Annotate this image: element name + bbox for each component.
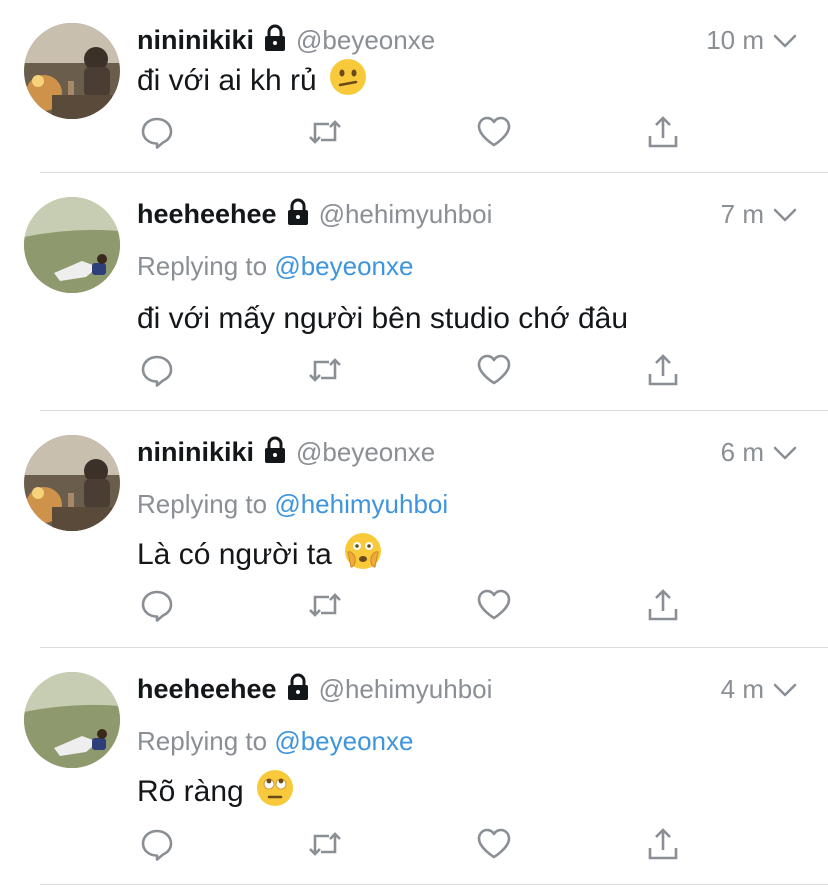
retweet-icon [306,353,344,392]
mention-link[interactable]: @hehimyuhboi [274,489,448,519]
share-icon [646,826,680,867]
time-label: 4 m [720,673,764,704]
tweet-actions [137,587,697,627]
tweet-text-content: Là có người ta [137,538,332,571]
heart-icon [476,827,512,866]
face-with-rolling-eyes-emoji [256,769,294,815]
share-button[interactable] [643,114,683,154]
lock-icon [262,23,288,58]
retweet-icon [306,827,344,866]
tweet-text-content: đi với mấy người bên studio chớ đâu [137,302,629,335]
chevron-down-icon[interactable] [772,25,798,56]
lock-icon [285,672,311,707]
tweet-actions [137,352,697,392]
avatar[interactable] [24,23,120,119]
tweet-actions [137,114,697,154]
avatar[interactable] [24,435,120,531]
reply-icon [139,352,175,393]
share-icon [646,352,680,393]
share-button[interactable] [643,352,683,392]
divider [40,884,828,885]
avatar[interactable] [24,197,120,293]
reply-button[interactable] [137,826,177,866]
display-name[interactable]: nininikiki [137,437,254,468]
share-icon [646,587,680,628]
display-name[interactable]: heeheehee [137,674,277,705]
retweet-button[interactable] [305,114,345,154]
chevron-down-icon[interactable] [772,199,798,230]
like-button[interactable] [474,587,514,627]
tweet-text-content: Rõ ràng [137,775,244,808]
user-handle[interactable]: @hehimyuhboi [319,674,493,705]
timestamp: 10 m [706,25,798,56]
like-button[interactable] [474,352,514,392]
reply-icon [139,587,175,628]
user-handle[interactable]: @beyeonxe [296,25,435,56]
chevron-down-icon[interactable] [772,674,798,705]
timestamp: 6 m [721,437,798,468]
reply-button[interactable] [137,587,177,627]
tweet-text: đi với ai kh rủ [137,58,367,104]
reply-button[interactable] [137,352,177,392]
replying-prefix: Replying to [137,726,275,756]
avatar[interactable] [24,672,120,768]
time-label: 6 m [720,436,764,467]
tweet-text: Rõ ràng [137,769,294,815]
timestamp: 4 m [721,674,798,705]
tweet-header: heeheehee @hehimyuhboi 4 m [137,672,798,706]
user-handle[interactable]: @beyeonxe [296,437,435,468]
tweet[interactable]: nininikiki @beyeonxe 6 m Replying to @he… [0,411,828,647]
replying-prefix: Replying to [137,251,275,281]
tweet[interactable]: heeheehee @hehimyuhboi 4 m Replying to @… [0,648,828,887]
retweet-icon [306,588,344,627]
tweet[interactable]: nininikiki @beyeonxe 10 m đi với ai kh r… [0,0,828,172]
retweet-button[interactable] [305,826,345,866]
retweet-button[interactable] [305,352,345,392]
retweet-button[interactable] [305,587,345,627]
confused-face-emoji [329,58,367,104]
tweet-header: nininikiki @beyeonxe 10 m [137,23,798,57]
replying-to: Replying to @beyeonxe [137,251,413,282]
lock-icon [285,197,311,232]
display-name[interactable]: heeheehee [137,199,277,230]
replying-to: Replying to @hehimyuhboi [137,489,448,520]
heart-icon [476,115,512,154]
replying-prefix: Replying to [137,489,275,519]
tweet-text: Là có người ta [137,532,382,578]
chevron-down-icon[interactable] [772,437,798,468]
share-icon [646,114,680,155]
tweet-header: heeheehee @hehimyuhboi 7 m [137,197,798,231]
heart-icon [476,353,512,392]
user-handle[interactable]: @hehimyuhboi [319,199,493,230]
tweet[interactable]: heeheehee @hehimyuhboi 7 m Replying to @… [0,173,828,410]
mention-link[interactable]: @beyeonxe [274,251,413,281]
reply-button[interactable] [137,114,177,154]
timestamp: 7 m [721,199,798,230]
tweet-text: đi với mấy người bên studio chớ đâu [137,299,628,339]
mention-link[interactable]: @beyeonxe [274,726,413,756]
share-button[interactable] [643,587,683,627]
tweet-header: nininikiki @beyeonxe 6 m [137,435,798,469]
tweet-actions [137,826,697,866]
heart-icon [476,588,512,627]
display-name[interactable]: nininikiki [137,25,254,56]
tweet-text-content: đi với ai kh rủ [137,64,317,97]
like-button[interactable] [474,826,514,866]
retweet-icon [306,115,344,154]
reply-icon [139,114,175,155]
face-with-open-eyes-and-hand-over-mouth-emoji [344,532,382,578]
like-button[interactable] [474,114,514,154]
replying-to: Replying to @beyeonxe [137,726,413,757]
time-label: 7 m [720,198,764,229]
reply-icon [139,826,175,867]
share-button[interactable] [643,826,683,866]
lock-icon [262,435,288,470]
time-label: 10 m [706,24,764,55]
